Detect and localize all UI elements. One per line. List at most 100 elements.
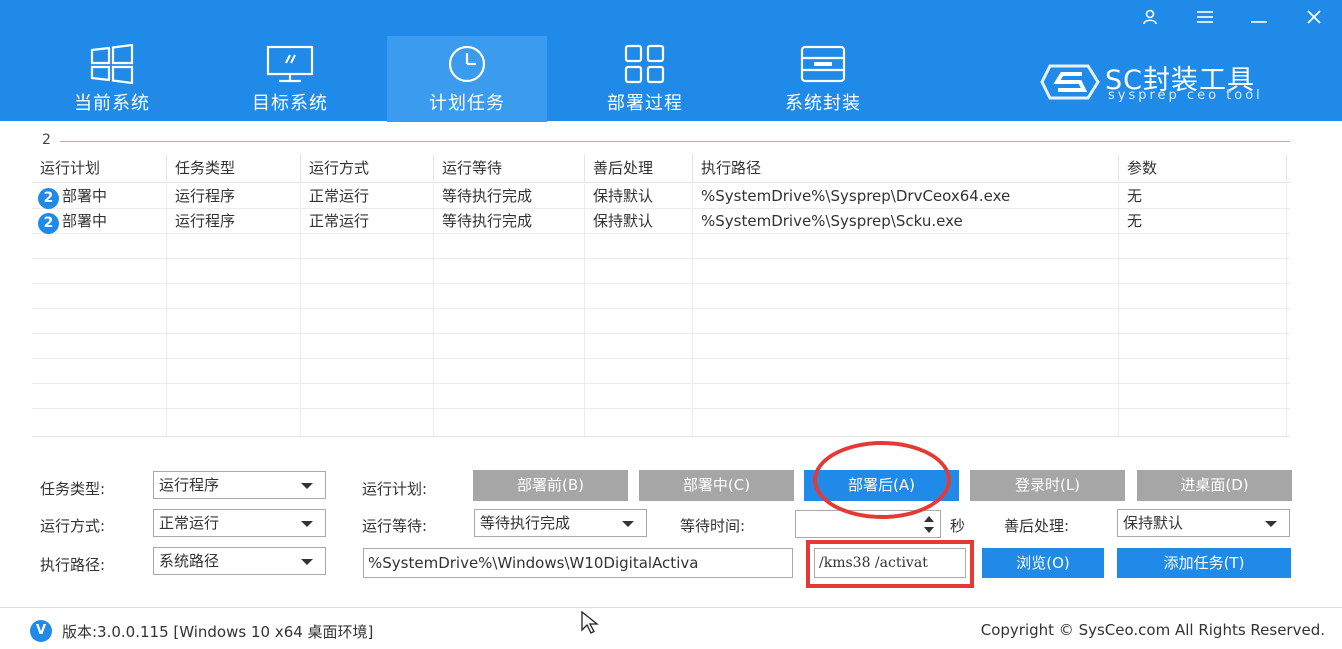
plan-before-deploy-button[interactable]: 部署前(B) (473, 470, 628, 501)
tab-target-system[interactable]: 目标系统 (210, 36, 370, 122)
task-table[interactable]: 运行计划 任务类型 运行方式 运行等待 善后处理 执行路径 参数 2 部署中 运行… (32, 154, 1290, 437)
cell-type: 运行程序 (167, 209, 301, 234)
plan-on-desktop-button[interactable]: 进桌面(D) (1137, 470, 1292, 501)
cell-type: 运行程序 (167, 184, 301, 209)
wait-time-stepper[interactable] (795, 510, 941, 538)
chevron-down-icon (301, 559, 313, 565)
footer-divider (0, 607, 1342, 608)
minimize-icon[interactable] (1245, 5, 1273, 29)
empty-row (32, 309, 1290, 334)
after-process-value: 保持默认 (1123, 514, 1184, 532)
app-window: 当前系统 目标系统 计划任务 部署过程 系统封装 SC封装工具 sysprep … (0, 0, 1342, 649)
cell-params: 无 (1119, 184, 1287, 209)
grid-icon (565, 44, 725, 84)
close-icon[interactable] (1300, 5, 1328, 29)
cell-wait: 等待执行完成 (434, 209, 585, 234)
empty-row (32, 284, 1290, 309)
column-header[interactable]: 参数 (1119, 154, 1287, 183)
column-header[interactable]: 运行计划 (32, 154, 167, 183)
tab-system-package[interactable]: 系统封装 (743, 36, 903, 122)
brand-logo: SC封装工具 sysprep ceo tool (1040, 58, 1320, 108)
plan-after-deploy-button[interactable]: 部署后(A) (804, 470, 959, 501)
empty-row (32, 234, 1290, 259)
after-process-select[interactable]: 保持默认 (1117, 509, 1290, 537)
column-header[interactable]: 运行等待 (434, 154, 585, 183)
exec-path-select[interactable]: 系统路径 (153, 547, 326, 575)
cell-wait: 等待执行完成 (434, 184, 585, 209)
tab-label: 当前系统 (74, 93, 150, 114)
clock-icon (387, 44, 547, 84)
plan-badge: 2 (38, 188, 59, 209)
params-input[interactable]: /kms38 /activat (814, 548, 966, 578)
run-mode-label: 运行方式: (40, 517, 106, 535)
task-type-label: 任务类型: (40, 480, 106, 498)
browse-button[interactable]: 浏览(O) (982, 548, 1104, 578)
task-type-select[interactable]: 运行程序 (153, 471, 326, 499)
tab-label: 目标系统 (252, 93, 328, 114)
add-task-button[interactable]: 添加任务(T) (1117, 548, 1291, 578)
cell-text: 部署中 (62, 212, 108, 230)
tab-label: 部署过程 (607, 93, 683, 114)
tab-label: 系统封装 (785, 93, 861, 114)
run-mode-select[interactable]: 正常运行 (153, 509, 326, 537)
logo-icon (1040, 64, 1100, 100)
monitor-icon (210, 44, 370, 84)
empty-row (32, 384, 1290, 409)
cell-plan: 2 部署中 (32, 184, 167, 209)
tab-current-system[interactable]: 当前系统 (32, 36, 192, 122)
cell-path: %SystemDrive%\Sysprep\Scku.exe (693, 209, 1119, 234)
run-wait-label: 运行等待: (362, 517, 428, 535)
cell-mode: 正常运行 (301, 184, 434, 209)
task-type-value: 运行程序 (159, 476, 220, 494)
cell-text: 部署中 (62, 187, 108, 205)
cell-after: 保持默认 (585, 209, 693, 234)
run-mode-value: 正常运行 (159, 514, 220, 532)
stepper-up-icon[interactable] (924, 516, 934, 522)
cell-path: %SystemDrive%\Sysprep\DrvCeox64.exe (693, 184, 1119, 209)
chevron-down-icon (622, 521, 634, 527)
column-header[interactable]: 任务类型 (167, 154, 301, 183)
run-wait-value: 等待执行完成 (480, 514, 571, 532)
exec-path-value: 系统路径 (159, 552, 220, 570)
path-input[interactable]: %SystemDrive%\Windows\W10DigitalActiva (363, 548, 793, 578)
version-text: 版本:3.0.0.115 [Windows 10 x64 桌面环境] (62, 623, 374, 641)
brand-subtitle: sysprep ceo tool (1108, 88, 1263, 103)
empty-row (32, 259, 1290, 284)
exec-path-label: 执行路径: (40, 556, 106, 574)
menu-icon[interactable] (1191, 5, 1219, 29)
stepper-down-icon[interactable] (924, 527, 934, 533)
cell-params: 无 (1119, 209, 1287, 234)
cell-mode: 正常运行 (301, 209, 434, 234)
tab-label: 计划任务 (429, 93, 505, 114)
chevron-down-icon (1265, 521, 1277, 527)
table-header: 运行计划 任务类型 运行方式 运行等待 善后处理 执行路径 参数 (32, 154, 1290, 183)
run-wait-select[interactable]: 等待执行完成 (474, 509, 647, 537)
empty-row (32, 359, 1290, 384)
wait-time-label: 等待时间: (680, 517, 746, 535)
divider (60, 141, 1290, 142)
plan-during-deploy-button[interactable]: 部署中(C) (639, 470, 794, 501)
column-header[interactable]: 执行路径 (693, 154, 1119, 183)
header-bar: 当前系统 目标系统 计划任务 部署过程 系统封装 SC封装工具 sysprep … (0, 0, 1342, 122)
version-icon: V (30, 620, 52, 642)
drive-icon (743, 44, 903, 84)
column-header[interactable]: 运行方式 (301, 154, 434, 183)
tab-scheduled-tasks[interactable]: 计划任务 (387, 36, 547, 122)
windows-icon (32, 44, 192, 84)
empty-row (32, 409, 1290, 436)
cell-plan: 2 部署中 (32, 209, 167, 234)
chevron-down-icon (301, 483, 313, 489)
chevron-down-icon (301, 521, 313, 527)
plan-badge: 2 (38, 213, 59, 234)
mouse-cursor-icon (581, 610, 599, 634)
table-row[interactable]: 2 部署中 运行程序 正常运行 等待执行完成 保持默认 %SystemDrive%… (32, 184, 1290, 209)
empty-row (32, 334, 1290, 359)
user-icon[interactable] (1136, 5, 1164, 29)
seconds-label: 秒 (950, 517, 966, 535)
after-process-label: 善后处理: (1004, 517, 1070, 535)
column-header[interactable]: 善后处理 (585, 154, 693, 183)
table-row[interactable]: 2 部署中 运行程序 正常运行 等待执行完成 保持默认 %SystemDrive%… (32, 209, 1290, 234)
plan-on-login-button[interactable]: 登录时(L) (970, 470, 1125, 501)
tab-deploy-process[interactable]: 部署过程 (565, 36, 725, 122)
cell-after: 保持默认 (585, 184, 693, 209)
